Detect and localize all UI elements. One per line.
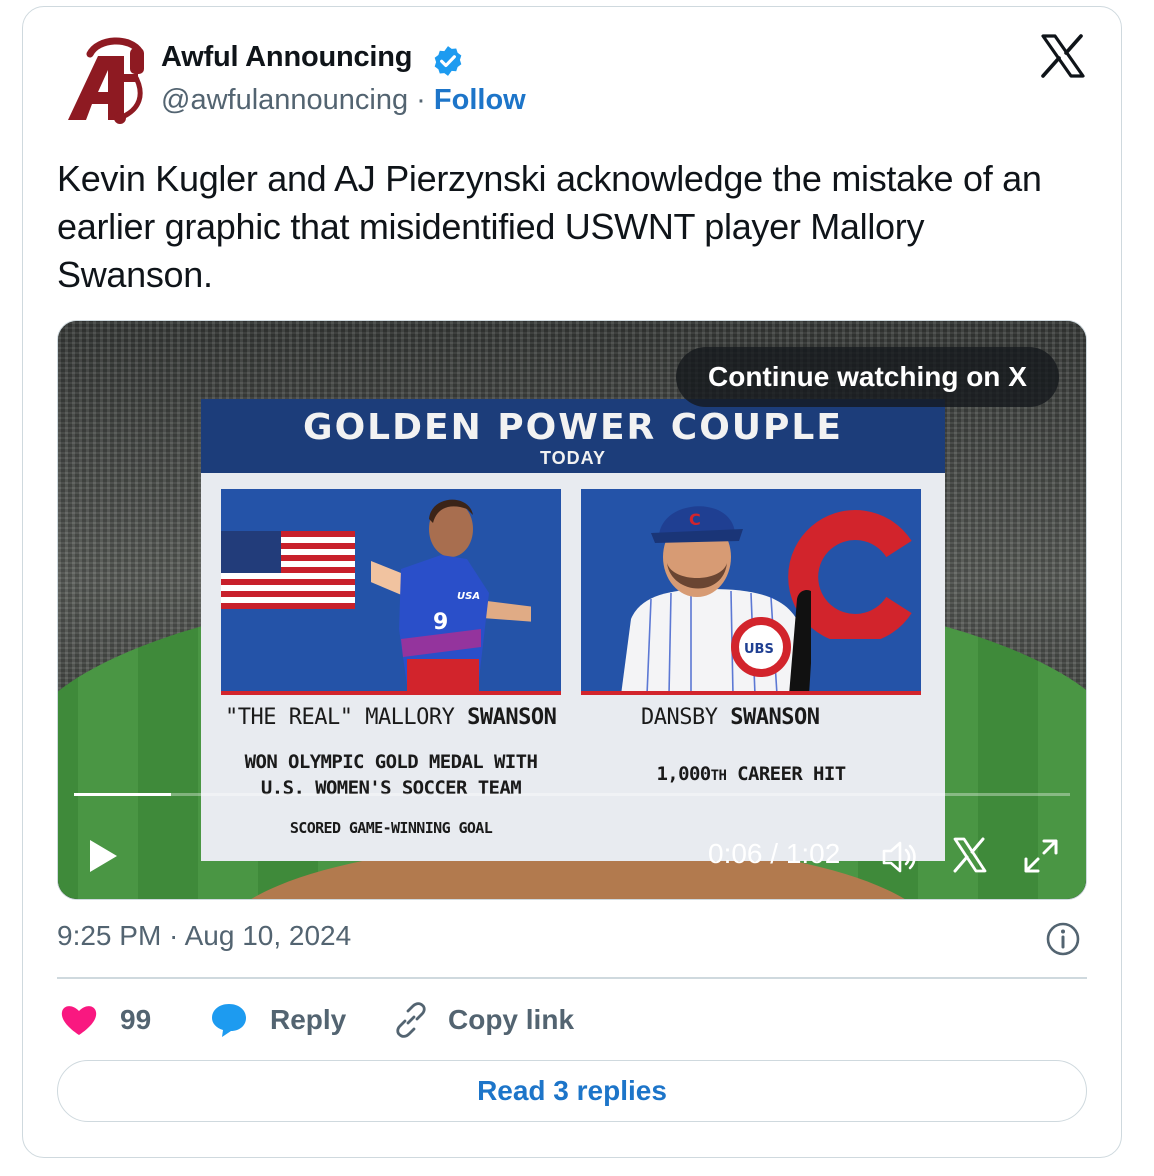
graphic-subtitle: TODAY: [539, 448, 607, 468]
dansby-photo: C UBS: [581, 489, 921, 695]
heart-icon: [61, 1006, 97, 1035]
video-progress-bar[interactable]: [74, 793, 1070, 796]
link-icon: [396, 1002, 426, 1038]
reply-label: Reply: [270, 1004, 347, 1035]
dansby-stat-suffix: CAREER HIT: [726, 763, 846, 785]
mallory-goal-note: SCORED GAME-WINNING GOAL: [289, 819, 493, 837]
cubs-logo-text: UBS: [744, 642, 774, 657]
copy-link-label: Copy link: [448, 1004, 575, 1035]
baseball-player-figure: C UBS: [621, 506, 811, 691]
x-logo-icon[interactable]: [1040, 34, 1086, 78]
account-name[interactable]: Awful Announcing: [161, 41, 413, 74]
avatar[interactable]: [60, 34, 152, 126]
info-icon[interactable]: [1044, 920, 1082, 958]
tweet-timestamp[interactable]: 9:25 PM · Aug 10, 2024: [57, 920, 351, 952]
graphic-header: GOLDEN POWER COUPLE TODAY: [201, 399, 945, 473]
broadcast-graphic: GOLDEN POWER COUPLE TODAY 9 USA C UBS "T…: [201, 399, 945, 861]
reply-button[interactable]: Reply: [210, 1000, 346, 1040]
video-time: 0:06 / 1:02: [708, 838, 841, 869]
jersey-text: USA: [457, 591, 480, 602]
dansby-name-prefix: DANSBY: [641, 705, 731, 730]
x-logo-icon[interactable]: [952, 837, 988, 873]
divider: [57, 977, 1087, 979]
dansby-name-bold: SWANSON: [730, 705, 820, 730]
mallory-stat-line1: WON OLYMPIC GOLD MEDAL WITH: [244, 751, 538, 773]
dansby-name-label: DANSBY SWANSON: [641, 705, 820, 730]
dansby-stat: 1,000TH CAREER HIT: [581, 763, 921, 785]
volume-muted-icon[interactable]: [880, 839, 918, 875]
continue-watching-button[interactable]: Continue watching on X: [676, 347, 1059, 407]
mallory-name-label: "THE REAL" MALLORY SWANSON: [225, 705, 557, 730]
mallory-photo: 9 USA: [221, 489, 561, 695]
mallory-name-prefix: "THE REAL" MALLORY: [225, 705, 468, 730]
handle-row: @awfulannouncing · Follow: [161, 84, 526, 117]
account-handle[interactable]: @awfulannouncing: [161, 84, 408, 116]
video-progress-fill: [74, 793, 171, 796]
copy-link-button[interactable]: Copy link: [392, 1000, 574, 1040]
separator-dot: ·: [416, 84, 426, 116]
jersey-number: 9: [433, 610, 448, 635]
tweet-text: Kevin Kugler and AJ Pierzynski acknowled…: [57, 158, 1042, 295]
like-button[interactable]: 99: [60, 1000, 151, 1040]
verified-badge-icon: [434, 46, 462, 76]
soccer-player-figure: 9 USA: [371, 499, 531, 691]
like-count: 99: [120, 1004, 152, 1035]
play-icon[interactable]: [86, 837, 120, 875]
dansby-stat-number: 1,000: [656, 763, 711, 785]
us-flag: [221, 531, 355, 609]
dansby-stat-ordinal: TH: [710, 768, 727, 784]
mallory-stat-line2: U.S. WOMEN'S SOCCER TEAM: [260, 777, 522, 799]
fullscreen-icon[interactable]: [1022, 837, 1060, 875]
video-player[interactable]: GOLDEN POWER COUPLE TODAY 9 USA C UBS "T…: [57, 320, 1087, 900]
mallory-name-bold: SWANSON: [467, 705, 557, 730]
svg-text:C: C: [689, 510, 701, 529]
follow-link[interactable]: Follow: [434, 84, 526, 116]
speech-bubble-icon: [212, 1004, 246, 1037]
read-replies-button[interactable]: Read 3 replies: [57, 1060, 1087, 1122]
